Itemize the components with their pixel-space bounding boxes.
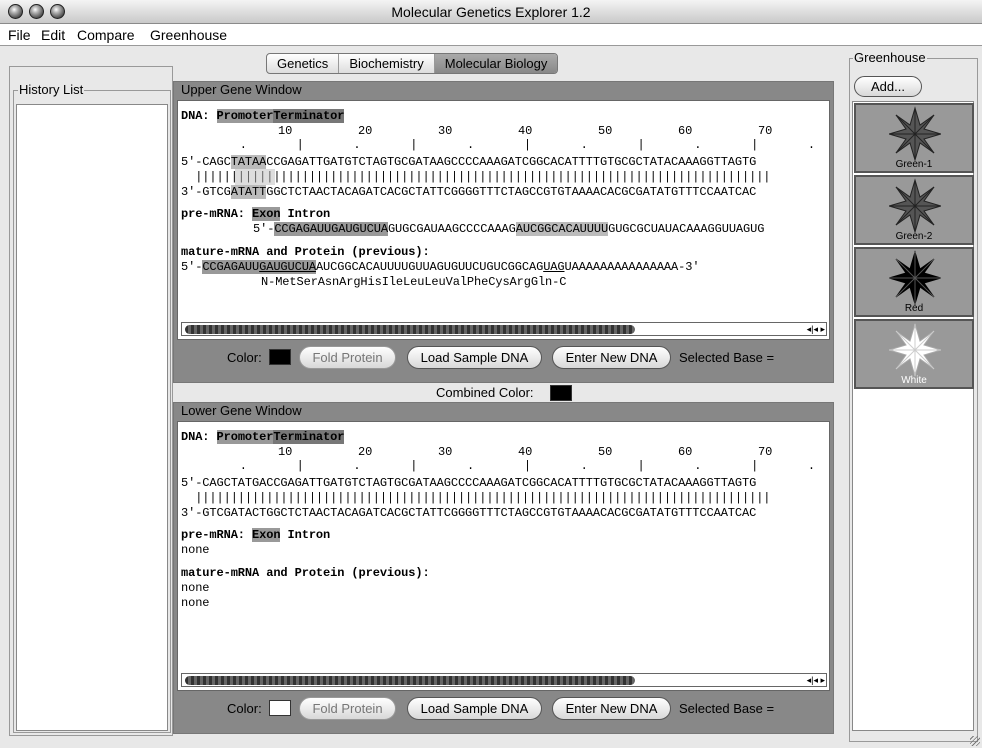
upper-premrna-label: pre-mRNA:: [181, 207, 253, 221]
upper-ruler-marks: . | . | . | . | . | . | . | .: [239, 138, 816, 152]
menu-greenhouse[interactable]: Greenhouse: [150, 27, 227, 43]
greenhouse-add-button[interactable]: Add...: [854, 76, 922, 97]
window-title: Molecular Genetics Explorer 1.2: [391, 4, 591, 20]
window-resize-grip-icon[interactable]: [970, 736, 980, 746]
upper-scroll-thumb[interactable]: [185, 325, 635, 334]
lower-load-sample-dna-button[interactable]: Load Sample DNA: [407, 697, 542, 720]
lower-color-swatch: [269, 700, 291, 716]
plant-white-flower-icon: [889, 322, 941, 378]
lower-bottom-strand[interactable]: 3'-GTCGATACTGGCTCTAACTACAGATCACGCTATTCGG…: [181, 506, 756, 521]
upper-premrna-sequence[interactable]: 5'-CCGAGAUUGAUGUCUAGUGCGAUAAGCCCCAAAGAUC…: [253, 222, 764, 237]
plant-green-1-label: Green-1: [895, 159, 933, 170]
lower-promoter-label: Promoter: [216, 430, 274, 444]
upper-protein-sequence: N-MetSerAsnArgHisIleLeuLeuValPheCysArgGl…: [261, 275, 567, 289]
upper-tata-box-pair-highlight: [235, 169, 275, 185]
lower-intron-label: Intron: [280, 528, 331, 542]
title-bar: Molecular Genetics Explorer 1.2: [0, 0, 982, 24]
upper-horizontal-scrollbar[interactable]: ◂|◂ ▸: [181, 322, 827, 336]
lower-horizontal-scrollbar[interactable]: ◂|◂ ▸: [181, 673, 827, 687]
lower-fold-protein-button[interactable]: Fold Protein: [299, 697, 396, 720]
lower-gene-window-title: Lower Gene Window: [180, 403, 303, 418]
plant-red-flower-icon: [889, 250, 941, 306]
plant-green-2-flower-icon: [889, 178, 941, 234]
tab-bar: Genetics Biochemistry Molecular Biology: [266, 53, 559, 74]
plant-green-1-flower-icon: [889, 106, 941, 162]
upper-enter-new-dna-button[interactable]: Enter New DNA: [552, 346, 671, 369]
tab-genetics[interactable]: Genetics: [267, 54, 340, 73]
plant-white-label: White: [901, 375, 927, 386]
plant-red[interactable]: Red: [854, 247, 974, 317]
upper-tata-box-top[interactable]: TATAA: [230, 155, 266, 169]
lower-protein-value: none: [181, 596, 210, 610]
upper-terminator-label: Terminator: [273, 109, 345, 123]
upper-color-label: Color:: [227, 350, 262, 365]
greenhouse-list[interactable]: Green-1 Green-2 Red White: [852, 101, 974, 731]
plant-green-1[interactable]: Green-1: [854, 103, 974, 173]
upper-gene-window-title: Upper Gene Window: [180, 82, 303, 97]
lower-terminator-label: Terminator: [273, 430, 345, 444]
lower-ruler-marks: . | . | . | . | . | . | . | .: [239, 459, 816, 473]
greenhouse-title: Greenhouse: [853, 50, 927, 65]
upper-selected-base: Selected Base =: [679, 350, 775, 365]
menu-compare[interactable]: Compare: [77, 27, 135, 43]
upper-sequence-view[interactable]: DNA: PromoterTerminator 10 20 30 40 50 60 70 .…: [177, 100, 830, 340]
plant-white[interactable]: White: [854, 319, 974, 389]
lower-exon-label: Exon: [252, 528, 281, 542]
upper-promoter-label: Promoter: [216, 109, 274, 123]
history-title: History List: [18, 82, 85, 97]
upper-control-row: Color: Fold Protein Load Sample DNA Ente…: [177, 343, 830, 373]
upper-color-swatch: [269, 349, 291, 365]
plant-green-2[interactable]: Green-2: [854, 175, 974, 245]
lower-sequence-view[interactable]: DNA: PromoterTerminator 10 20 30 40 50 60 70 .…: [177, 421, 830, 691]
lower-selected-base: Selected Base =: [679, 701, 775, 716]
history-list[interactable]: [16, 104, 168, 731]
upper-mature-label: mature-mRNA and Protein (previous):: [181, 245, 430, 259]
plant-red-label: Red: [904, 303, 924, 314]
minimize-window-icon[interactable]: [29, 4, 44, 19]
lower-scroll-thumb[interactable]: [185, 676, 635, 685]
upper-load-sample-dna-button[interactable]: Load Sample DNA: [407, 346, 542, 369]
tab-molecular-biology[interactable]: Molecular Biology: [434, 54, 558, 73]
upper-bottom-strand[interactable]: 3'-GTCGATATTGGCTCTAACTACAGATCACGCTATTCGG…: [181, 185, 756, 200]
upper-dna-label: DNA:: [181, 109, 217, 123]
menu-edit[interactable]: Edit: [41, 27, 65, 43]
lower-control-row: Color: Fold Protein Load Sample DNA Ente…: [177, 694, 830, 724]
menu-file[interactable]: File: [8, 27, 31, 43]
plant-green-2-label: Green-2: [895, 231, 933, 242]
combined-color-swatch: [550, 385, 572, 401]
upper-intron-label: Intron: [280, 207, 331, 221]
combined-color-label: Combined Color:: [436, 385, 534, 400]
lower-enter-new-dna-button[interactable]: Enter New DNA: [552, 697, 671, 720]
lower-premrna-value: none: [181, 543, 210, 557]
lower-dna-label: DNA:: [181, 430, 217, 444]
lower-premrna-label: pre-mRNA:: [181, 528, 253, 542]
lower-base-pairs: ||||||||||||||||||||||||||||||||||||||||…: [181, 491, 771, 505]
menu-bar: File Edit Compare Greenhouse: [0, 24, 982, 46]
lower-color-label: Color:: [227, 701, 262, 716]
lower-mature-label: mature-mRNA and Protein (previous):: [181, 566, 430, 580]
upper-scroll-arrows[interactable]: ◂|◂ ▸: [807, 323, 825, 335]
lower-scroll-arrows[interactable]: ◂|◂ ▸: [807, 674, 825, 686]
upper-exon-label: Exon: [252, 207, 281, 221]
lower-mature-value: none: [181, 581, 210, 595]
tab-biochemistry[interactable]: Biochemistry: [339, 54, 435, 73]
zoom-window-icon[interactable]: [50, 4, 65, 19]
close-window-icon[interactable]: [8, 4, 23, 19]
lower-top-strand[interactable]: 5'-CAGCTATGACCGAGATTGATGTCTAGTGCGATAAGCC…: [181, 476, 756, 491]
upper-tata-box-bottom[interactable]: ATATT: [230, 185, 266, 199]
upper-fold-protein-button[interactable]: Fold Protein: [299, 346, 396, 369]
upper-mature-sequence[interactable]: 5'-CCGAGAUUGAUGUCUAAUCGGCACAUUUUGUUAGUGU…: [181, 260, 700, 275]
upper-top-strand[interactable]: 5'-CAGCTATAACCGAGATTGATGTCTAGTGCGATAAGCC…: [181, 155, 756, 170]
